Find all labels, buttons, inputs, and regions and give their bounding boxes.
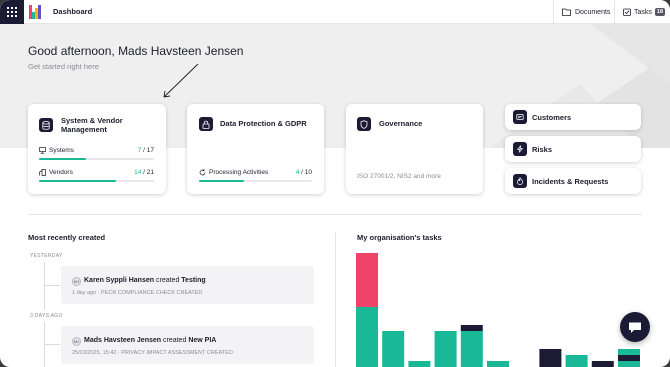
chart-bar-segment[interactable] [356, 253, 378, 307]
folder-icon [562, 8, 571, 16]
activity-meta: 25/03/2025, 15:42 · PRIVACY IMPACT ASSES… [72, 350, 233, 356]
processing-activities-label: Processing Activities [209, 169, 269, 176]
vendors-progress-bar [39, 180, 154, 182]
monitor-icon [39, 147, 46, 154]
day-label: 3 DAYS AGO [30, 313, 63, 319]
timeline-connector [44, 285, 60, 286]
refresh-icon [199, 169, 206, 176]
chart-bar-segment[interactable] [618, 349, 640, 355]
chart-bar-segment[interactable] [382, 331, 405, 367]
systems-count: 7 / 17 [137, 147, 154, 154]
vendors-count: 14 / 21 [134, 169, 154, 176]
customers-link[interactable]: Customers [505, 104, 641, 130]
risks-icon [513, 142, 527, 156]
clipboard-check-icon [623, 8, 631, 16]
system-vendor-card[interactable]: System & Vendor Management Systems 7 / 1… [28, 104, 166, 194]
incidents-icon [513, 174, 527, 188]
incidents-requests-label: Incidents & Requests [532, 177, 609, 186]
brand-logo[interactable] [29, 4, 43, 20]
chart-bar-segment[interactable] [591, 361, 614, 367]
chat-bubble-icon [629, 322, 641, 333]
data-protection-card[interactable]: Data Protection & GDPR Processing Activi… [187, 104, 324, 194]
activity-item[interactable]: MJ Mads Havsteen Jensen created New PIA … [61, 326, 314, 364]
tasks-chart [356, 253, 640, 367]
app-window: Dashboard Documents Tasks 18 Good aftern… [0, 0, 670, 367]
tasks-chart-title: My organisation's tasks [357, 233, 442, 242]
day-label: YESTERDAY [30, 253, 63, 259]
avatar: MJ [72, 337, 81, 346]
timeline-connector [44, 344, 60, 345]
systems-label: Systems [49, 147, 74, 154]
processing-activities-progress-bar [199, 180, 312, 182]
chart-bar-segment[interactable] [434, 331, 457, 367]
chart-bar-segment[interactable] [487, 361, 509, 367]
app-grid-button[interactable] [0, 0, 24, 24]
processing-activities-metric[interactable]: Processing Activities [199, 169, 268, 176]
tasks-count-badge: 18 [654, 8, 666, 16]
pointer-arrow-icon [163, 63, 199, 98]
customers-icon [513, 110, 527, 124]
lock-icon [199, 117, 213, 131]
chart-bar-segment[interactable] [565, 355, 588, 367]
database-icon [39, 118, 53, 132]
chart-bar-segment[interactable] [618, 361, 640, 367]
risks-label: Risks [532, 145, 553, 154]
grid-icon [7, 7, 17, 17]
top-bar: Dashboard Documents Tasks 18 [0, 0, 670, 24]
documents-label: Documents [575, 8, 611, 16]
chart-bar-segment[interactable] [460, 325, 483, 331]
chart-bar-segment[interactable] [539, 349, 562, 367]
chart-bar-segment[interactable] [618, 355, 640, 361]
chart-bar-segment[interactable] [408, 361, 431, 367]
breadcrumb[interactable]: Dashboard [53, 7, 92, 16]
documents-button[interactable]: Documents [553, 0, 614, 24]
customers-label: Customers [532, 113, 572, 122]
systems-metric[interactable]: Systems [39, 147, 74, 154]
governance-frameworks: ISO 27001/2, NIS2 and more [357, 173, 441, 180]
activity-meta: 1 day ago · PECR COMPLIANCE CHECK CREATE… [72, 290, 203, 296]
shield-icon [357, 117, 371, 131]
data-protection-title: Data Protection & GDPR [220, 119, 307, 128]
chat-support-button[interactable] [620, 312, 650, 342]
incidents-requests-link[interactable]: Incidents & Requests [505, 168, 641, 194]
vendors-metric[interactable]: Vendors [39, 169, 73, 176]
activity-item[interactable]: KH Karen Syppli Hansen created Testing 1… [61, 266, 314, 304]
vendors-label: Vendors [49, 169, 73, 176]
greeting-subtitle: Get started right here [28, 62, 99, 71]
risks-link[interactable]: Risks [505, 136, 641, 162]
tasks-label: Tasks [634, 8, 652, 16]
governance-card[interactable]: Governance ISO 27001/2, NIS2 and more [346, 104, 483, 194]
system-vendor-title: System & Vendor Management [61, 116, 123, 134]
tasks-button[interactable]: Tasks 18 [614, 0, 670, 24]
activity-summary: Karen Syppli Hansen created Testing [84, 277, 206, 284]
chart-bar-segment[interactable] [460, 331, 483, 367]
section-divider [28, 214, 642, 215]
building-icon [39, 169, 46, 176]
avatar: KH [72, 277, 81, 286]
governance-title: Governance [379, 119, 423, 128]
greeting-heading: Good afternoon, Mads Havsteen Jensen [28, 44, 244, 58]
systems-progress-bar [39, 158, 154, 160]
recent-section-title: Most recently created [28, 233, 106, 242]
chart-bar-segment[interactable] [356, 307, 378, 367]
column-divider [335, 232, 336, 367]
activity-summary: Mads Havsteen Jensen created New PIA [84, 337, 217, 344]
processing-activities-count: 4 / 10 [295, 169, 312, 176]
